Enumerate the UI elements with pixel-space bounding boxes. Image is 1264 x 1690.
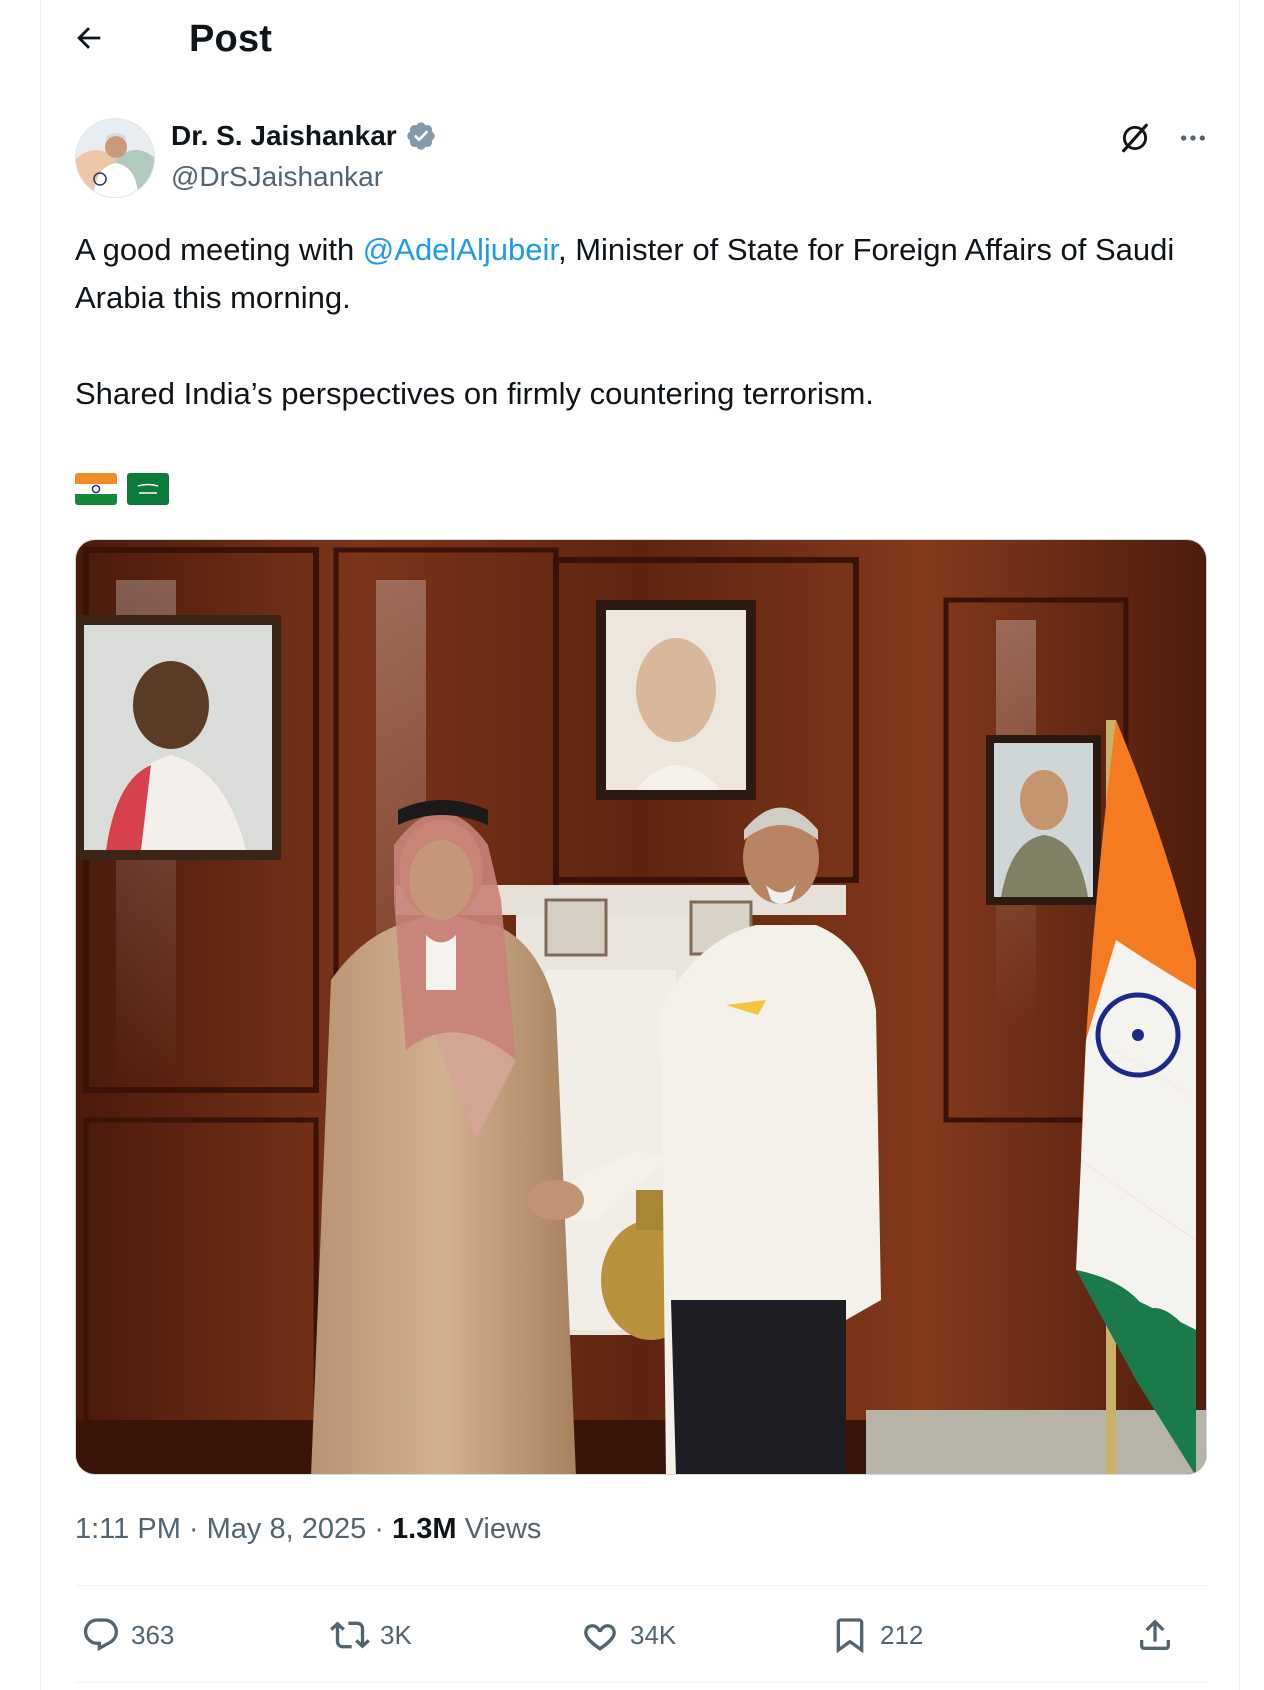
divider (75, 1682, 1207, 1683)
views-count: 1.3M (392, 1513, 457, 1545)
saudi-flag-icon (127, 473, 169, 505)
views-label-text: Views (464, 1513, 542, 1545)
post-page: Post Dr. S. Jaishankar @DrSJaishankar A … (40, 0, 1240, 1690)
post-text: A good meeting with @AdelAljubeir, Minis… (75, 226, 1225, 418)
author-handle[interactable]: @DrSJaishankar (171, 161, 383, 193)
bookmark-button[interactable]: 212 (830, 1605, 923, 1665)
more-options-button[interactable] (1171, 118, 1215, 158)
grok-icon (1122, 123, 1148, 153)
bookmark-icon (836, 1618, 864, 1654)
page-title: Post (189, 18, 273, 60)
meeting-photo (76, 540, 1206, 1474)
reply-count: 363 (131, 1619, 175, 1650)
share-icon (1140, 1619, 1170, 1650)
meta-separator: · (374, 1513, 393, 1545)
repost-count: 3K (380, 1619, 412, 1650)
page-header: Post (41, 0, 1239, 86)
views-label: Views (465, 1513, 542, 1545)
post-time[interactable]: 1:11 PM (75, 1513, 181, 1545)
heart-icon (584, 1624, 616, 1651)
avatar-image (76, 119, 154, 197)
meta-separator: · (188, 1513, 207, 1545)
avatar[interactable] (75, 118, 155, 198)
action-bar: 363 3K 34K 212 (75, 1605, 1207, 1665)
post-paragraph-1: A good meeting with @AdelAljubeir, Minis… (75, 226, 1225, 322)
like-count: 34K (630, 1619, 677, 1650)
mention-link[interactable]: @AdelAljubeir (363, 232, 558, 267)
repost-button[interactable]: 3K (330, 1605, 412, 1665)
india-flag-icon (75, 473, 117, 505)
author-name[interactable]: Dr. S. Jaishankar (171, 120, 437, 152)
grok-button[interactable] (1115, 118, 1155, 158)
bookmark-count: 212 (880, 1619, 924, 1650)
more-icon (1181, 135, 1205, 141)
post-paragraph-2: Shared India’s perspectives on firmly co… (75, 376, 874, 411)
post-meta: 1:11 PM · May 8, 2025 · 1.3M Views (75, 1513, 541, 1546)
post-image[interactable] (75, 539, 1207, 1475)
reply-button[interactable]: 363 (81, 1605, 174, 1665)
like-button[interactable]: 34K (580, 1605, 676, 1665)
flag-emojis (75, 473, 169, 505)
share-button[interactable] (1135, 1605, 1175, 1665)
reply-icon (83, 1618, 119, 1652)
divider (75, 1585, 1207, 1586)
author-name-text: Dr. S. Jaishankar (171, 120, 397, 151)
arrow-left-icon (77, 27, 101, 49)
back-button[interactable] (69, 18, 109, 58)
post-date[interactable]: May 8, 2025 (207, 1513, 367, 1545)
verified-badge-icon (407, 122, 435, 150)
repost-icon (330, 1621, 370, 1649)
post-text-before-mention: A good meeting with (75, 232, 363, 267)
